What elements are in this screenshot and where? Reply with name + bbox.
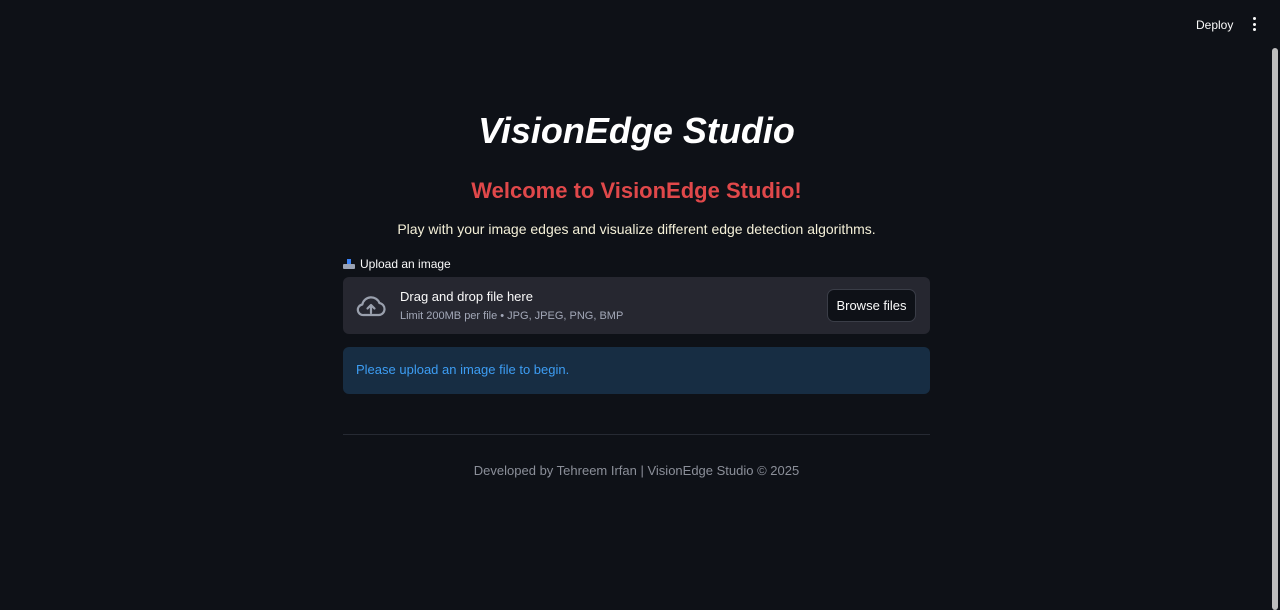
top-toolbar: Deploy bbox=[0, 0, 1280, 48]
menu-dot bbox=[1252, 22, 1256, 26]
more-vertical-icon[interactable] bbox=[1247, 15, 1261, 33]
browse-files-button[interactable]: Browse files bbox=[827, 289, 916, 322]
menu-dot bbox=[1252, 28, 1256, 31]
file-dropzone[interactable]: Drag and drop file here Limit 200MB per … bbox=[343, 277, 930, 334]
footer-text: Developed by Tehreem Irfan | VisionEdge … bbox=[473, 463, 800, 478]
subtitle-text: Play with your image edges and visualize… bbox=[397, 221, 876, 237]
info-alert: Please upload an image file to begin. bbox=[343, 347, 930, 394]
deploy-button[interactable]: Deploy bbox=[1190, 16, 1239, 34]
scrollbar[interactable] bbox=[1272, 48, 1278, 610]
upload-label-text: Upload an image bbox=[360, 257, 451, 271]
page-title: VisionEdge Studio bbox=[478, 110, 795, 151]
menu-dot bbox=[1252, 17, 1256, 20]
inbox-tray-icon bbox=[343, 259, 355, 269]
divider bbox=[343, 434, 930, 435]
upload-label: Upload an image bbox=[343, 257, 451, 271]
cloud-upload-icon bbox=[356, 296, 386, 317]
dropzone-limit: Limit 200MB per file • JPG, JPEG, PNG, B… bbox=[400, 310, 624, 322]
welcome-heading: Welcome to VisionEdge Studio! bbox=[471, 178, 802, 203]
dropzone-title: Drag and drop file here bbox=[400, 289, 533, 304]
